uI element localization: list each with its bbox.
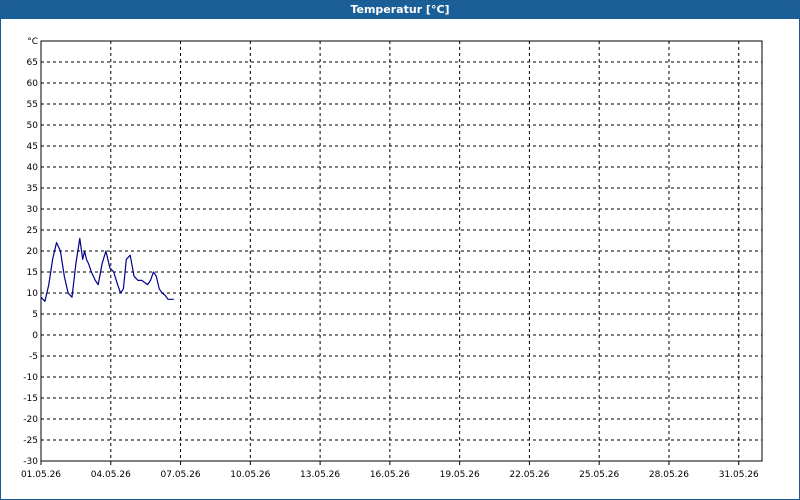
x-tick-label: 04.05.26	[91, 470, 131, 480]
x-tick-label: 28.05.26	[649, 470, 689, 480]
y-tick-label: 20	[27, 247, 39, 257]
y-tick-label: -10	[23, 373, 38, 383]
x-tick-label: 25.05.26	[579, 470, 619, 480]
y-unit-label: °C	[27, 37, 38, 47]
y-tick-label: 0	[32, 331, 38, 341]
y-tick-label: 15	[27, 268, 38, 278]
y-tick-label: 10	[27, 289, 39, 299]
y-tick-label: -5	[29, 352, 38, 362]
chart-plot: 65605550454035302520151050-5-10-15-20-25…	[21, 37, 763, 480]
temperature-line	[40, 237, 174, 302]
x-tick-label: 10.05.26	[230, 470, 270, 480]
x-tick-label: 07.05.26	[161, 470, 201, 480]
y-tick-label: -25	[23, 436, 38, 446]
y-tick-label: 45	[27, 142, 38, 152]
x-tick-label: 31.05.26	[719, 470, 759, 480]
y-tick-label: -20	[23, 415, 38, 425]
y-tick-label: 35	[27, 184, 38, 194]
y-tick-label: 50	[27, 121, 39, 131]
y-tick-label: -30	[23, 457, 38, 467]
y-tick-label: 5	[32, 310, 38, 320]
y-tick-label: 60	[27, 79, 39, 89]
x-tick-label: 22.05.26	[509, 470, 549, 480]
y-tick-label: 40	[27, 163, 39, 173]
y-tick-label: 30	[27, 205, 39, 215]
chart-title: Temperatur [°C]	[1, 1, 799, 19]
x-tick-label: 13.05.26	[300, 470, 340, 480]
x-tick-label: 19.05.26	[440, 470, 480, 480]
y-tick-label: 55	[27, 100, 38, 110]
chart-window: Temperatur [°C] 65 60 55 50 45 40 35 30 25 20 15 10…	[0, 0, 800, 500]
y-tick-label: 25	[27, 226, 38, 236]
x-tick-label: 16.05.26	[370, 470, 410, 480]
y-tick-label: -15	[23, 394, 38, 404]
y-tick-label: 65	[27, 58, 38, 68]
x-tick-label: 01.05.26	[21, 470, 61, 480]
